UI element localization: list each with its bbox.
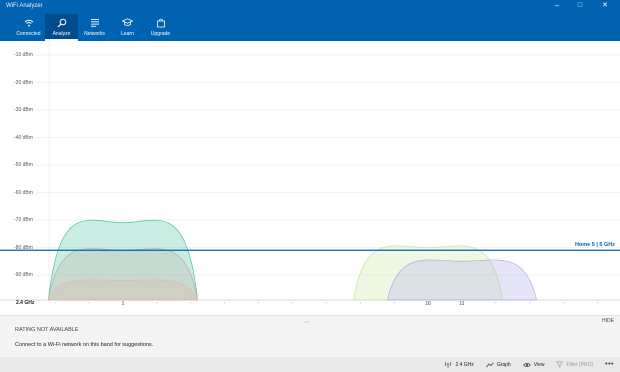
nav-label: Connected [16,31,41,37]
nav-label: Learn [121,31,134,37]
nav-learn[interactable]: Learn [111,14,144,41]
y-tick-label: -90 dBm [14,272,33,278]
hide-button[interactable]: HIDE [602,318,614,324]
y-tick-label: -30 dBm [14,107,33,113]
nav-label: Analyze [52,31,71,37]
nav-label: Upgrade [150,31,171,37]
view-button-label: View [533,361,545,368]
signal-chart-canvas [0,41,620,304]
signal-curve [47,279,199,301]
y-tick-label: -40 dBm [14,134,33,141]
x-tick-label: 1 [121,301,125,307]
maximize-button[interactable]: □ [571,0,589,12]
eye-icon [522,362,531,368]
band-button[interactable]: 2.4 GHz [444,361,474,368]
graph-icon [486,362,494,368]
y-tick-label: -50 dBm [14,162,33,168]
x-tick-label: 11 [459,301,465,307]
band-axis-label: 2.4 GHz [16,300,35,306]
antenna-icon [444,361,452,368]
suggestion-panel: ︿ HIDE RATING NOT AVAILABLE Connect to a… [0,315,620,357]
filter-icon [556,361,564,368]
signal-chart[interactable]: -10 dBm -20 dBm -30 dBm -40 dBm -50 dBm -60 d… [0,41,620,315]
minimize-button[interactable]: – [548,0,566,12]
filter-button[interactable]: Filter (PRO) [556,361,593,368]
nav-analyze[interactable]: Analyze [45,14,78,41]
band-button-label: 2.4 GHz [455,361,474,368]
view-button[interactable]: View [522,361,545,368]
signal-curve [386,259,538,301]
y-tick-label: -20 dBm [14,79,33,86]
connected-network-label[interactable]: Home 5 | 5 GHz [575,242,615,248]
window-title: WiFi Analyzer [6,3,43,9]
nav-connected[interactable]: Connected [12,14,45,41]
magnifier-icon [57,16,67,29]
nav-label: Networks [84,31,105,37]
list-icon [90,16,100,29]
store-bag-icon [156,16,166,29]
graph-button-label: Graph [496,361,511,368]
more-options-icon[interactable]: ••• [605,361,614,368]
close-button[interactable]: ✕ [596,0,614,12]
y-tick-label: -60 dBm [14,189,33,196]
nav-upgrade[interactable]: Upgrade [144,14,177,41]
main-nav: Connected Analyze Networks Learn Upgrade [12,14,177,41]
graduation-cap-icon [122,16,133,29]
suggestion-text: Connect to a Wi-Fi network on this band … [15,342,154,348]
filter-button-label: Filter (PRO) [566,361,594,368]
y-tick-label: -70 dBm [14,217,33,223]
y-tick-label: -10 dBm [14,52,33,58]
y-tick-label: -80 dBm [14,244,33,251]
wifi-icon [24,16,34,29]
x-tick-label: 10 [425,301,431,307]
nav-networks[interactable]: Networks [78,14,111,41]
graph-button[interactable]: Graph [486,362,511,368]
chevron-up-icon[interactable]: ︿ [304,316,310,325]
rating-text: RATING NOT AVAILABLE [15,327,79,333]
command-bar: 2.4 GHz Graph View Filter (PRO) ••• [0,357,620,372]
app-header: WiFi Analyzer – □ ✕ Connected Analyze Ne… [0,0,620,41]
